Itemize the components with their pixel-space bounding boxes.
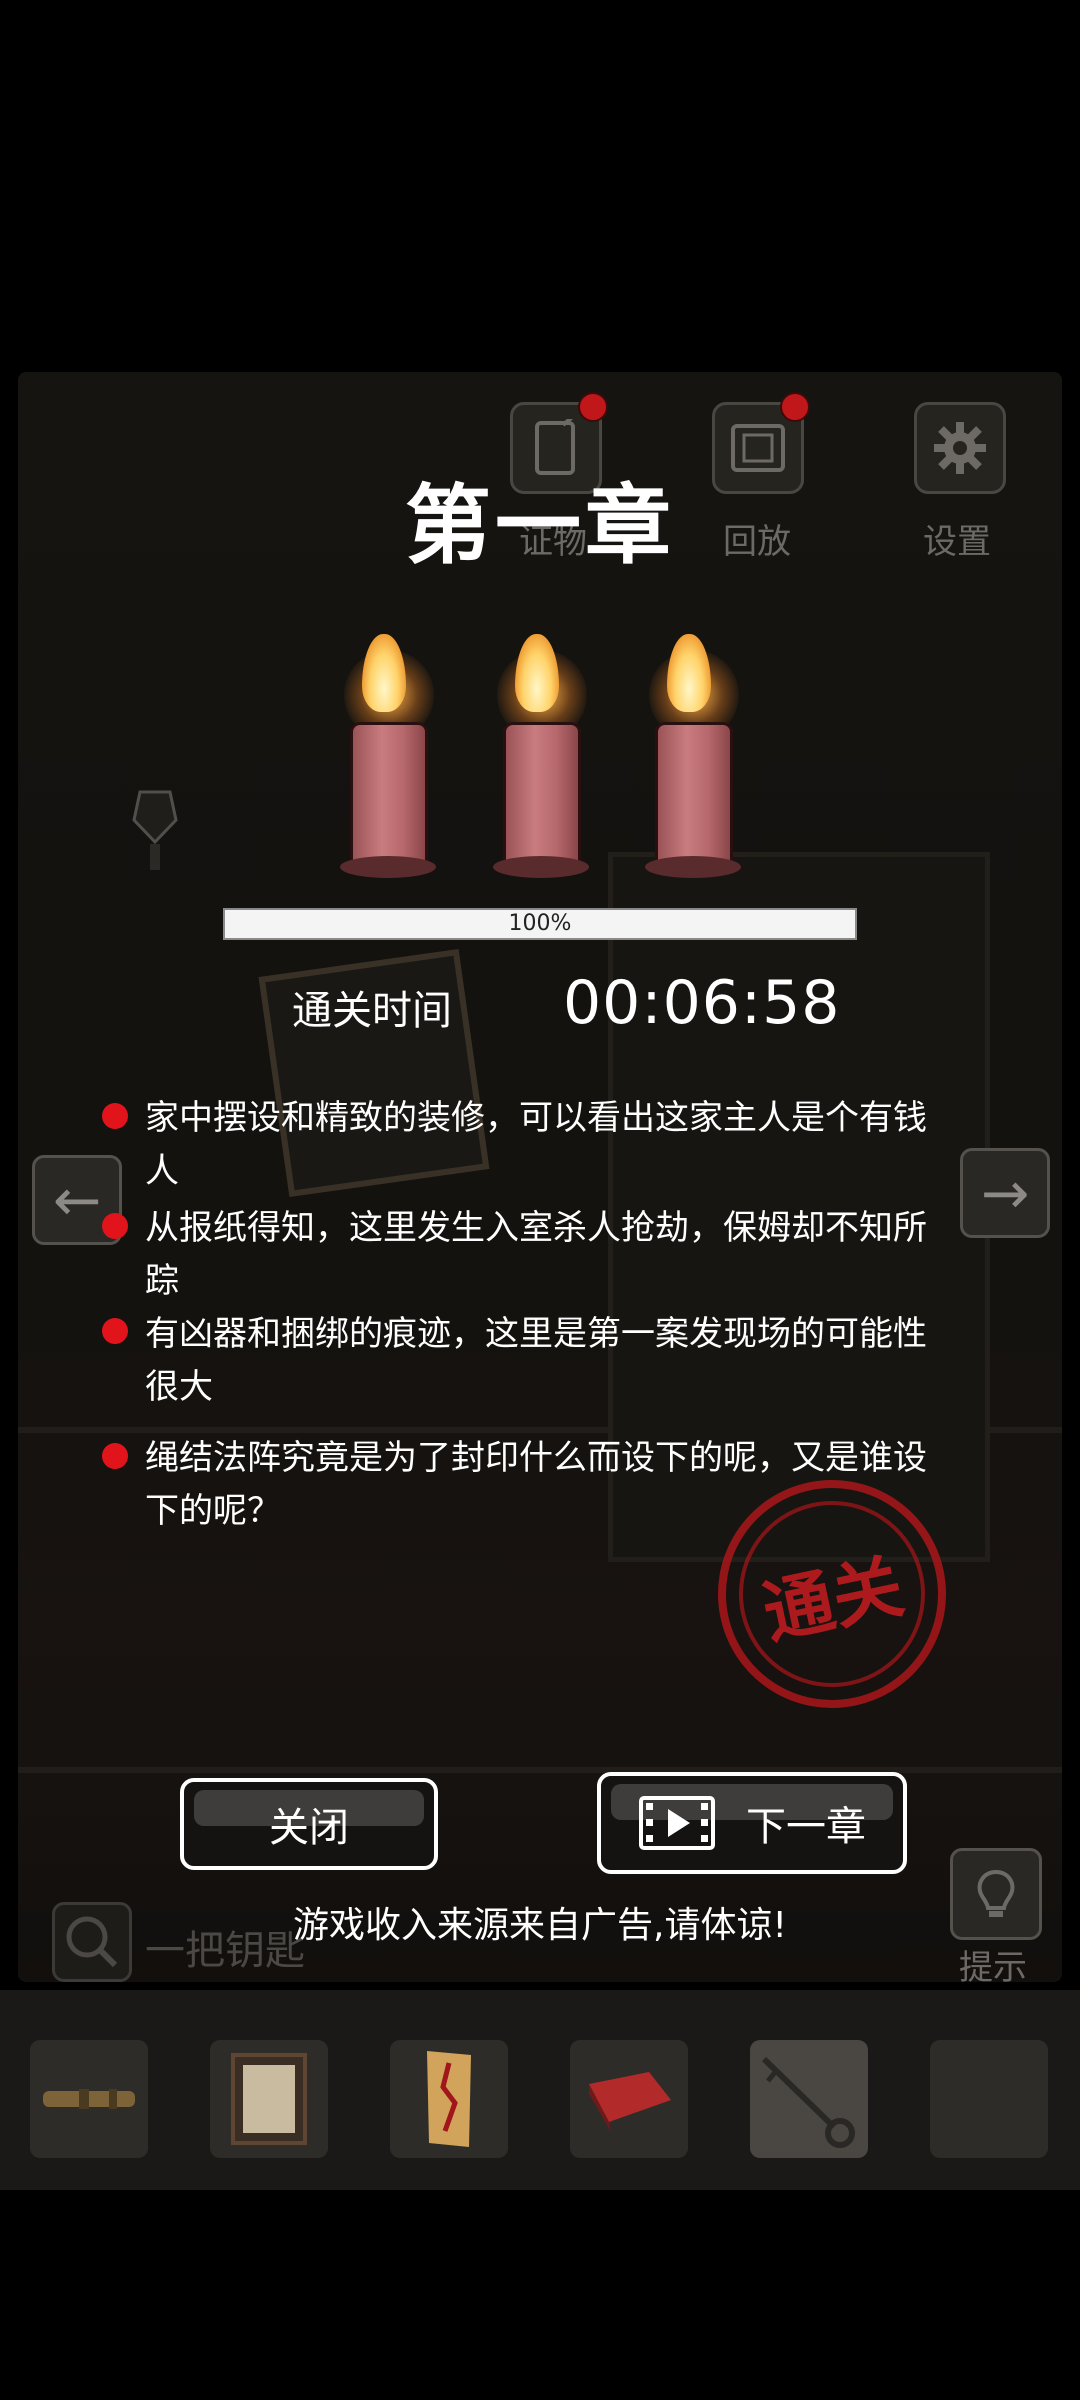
candle-1 (340, 630, 440, 890)
inventory-slot-key[interactable] (750, 2040, 868, 2158)
inventory-slot-matchbox[interactable] (570, 2040, 688, 2158)
next-arrow-button[interactable]: → (960, 1148, 1050, 1238)
key-icon (761, 2056, 855, 2148)
clue-bullet (102, 1443, 128, 1469)
next-chapter-button[interactable]: 下一章 (597, 1772, 907, 1874)
progress-bar: 100% (223, 908, 857, 940)
framed-paper-icon (231, 2053, 307, 2145)
hint-label: 提示 (959, 1948, 1027, 1988)
clue-bullet (102, 1213, 128, 1239)
flame-icon (362, 634, 406, 712)
clear-time-value: 00:06:58 (563, 968, 841, 1038)
clue-item-2: 从报纸得知，这里发生入室杀人抢劫，保姆却不知所踪 (145, 1208, 927, 1301)
arrow-right-icon: → (980, 1159, 1030, 1227)
flame-icon (667, 634, 711, 712)
next-chapter-label: 下一章 (746, 1804, 866, 1850)
clue-bullet (102, 1103, 128, 1129)
evidence-notification-dot (578, 392, 608, 422)
candle-2 (493, 630, 593, 890)
stamp-text: 通关 (721, 1483, 943, 1705)
clue-bullet (102, 1318, 128, 1344)
target-item-text: 一把钥匙 (145, 1928, 305, 1974)
lightbulb-icon (977, 1869, 1015, 1917)
talisman-icon (427, 2051, 471, 2147)
progress-text: 100% (508, 911, 572, 936)
close-button-label: 关闭 (269, 1805, 349, 1851)
telescope-icon (43, 2089, 135, 2109)
replay-notification-dot (780, 392, 810, 422)
inventory-slot-talisman[interactable] (390, 2040, 508, 2158)
flame-icon (515, 634, 559, 712)
clear-time-label: 通关时间 (292, 988, 452, 1034)
close-button[interactable]: 关闭 (180, 1778, 438, 1870)
clue-item-3: 有凶器和捆绑的痕迹，这里是第一案发现场的可能性很大 (145, 1314, 927, 1407)
search-icon (66, 1916, 118, 1968)
clue-item-1: 家中摆设和精致的装修，可以看出这家主人是个有钱人 (145, 1098, 927, 1191)
inventory-slot-telescope[interactable] (30, 2040, 148, 2158)
video-play-icon (639, 1796, 715, 1850)
inventory-bar (0, 1990, 1080, 2190)
inventory-slot-empty[interactable] (930, 2040, 1048, 2158)
arrow-left-icon: ← (52, 1166, 102, 1234)
inventory-slot-paper[interactable] (210, 2040, 328, 2158)
search-button[interactable] (52, 1902, 132, 1982)
chapter-title: 第一章 (405, 476, 675, 576)
candle-3 (645, 630, 745, 890)
matchbox-icon (589, 2072, 671, 2132)
hint-button[interactable] (950, 1848, 1042, 1940)
